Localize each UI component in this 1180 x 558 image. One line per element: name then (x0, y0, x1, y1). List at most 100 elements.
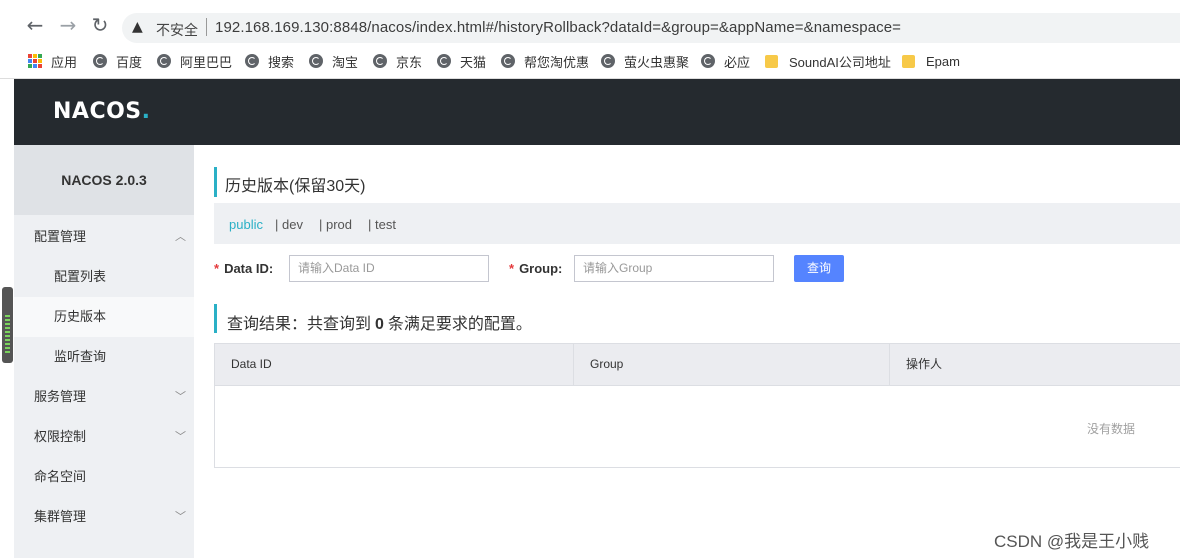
result-count: 0 (375, 316, 384, 333)
bookmark-label: 必应 (724, 54, 751, 70)
bookmark-label: 京东 (396, 54, 423, 70)
globe-icon (245, 54, 259, 68)
label-text: Data ID: (224, 261, 274, 276)
drag-handle[interactable] (2, 287, 13, 363)
bookmark-taobao[interactable]: 淘宝 (309, 52, 358, 70)
bookmark-label: 萤火虫惠聚 (624, 54, 690, 70)
sidebar-item-label: 权限控制 (34, 429, 87, 444)
globe-icon (501, 54, 515, 68)
globe-icon (437, 54, 451, 68)
globe-icon (93, 54, 107, 68)
table-header: Data ID Group 操作人 (215, 344, 1180, 386)
bookmark-label: 帮您淘优惠 (524, 54, 590, 70)
sidebar-item-access-control[interactable]: 权限控制 ﹀ (14, 417, 194, 457)
sidebar-item-listener-query[interactable]: 监听查询 (14, 337, 194, 377)
version-label: NACOS 2.0.3 (14, 145, 194, 215)
address-bar[interactable]: ▲ 不安全 192.168.169.130:8848/nacos/index.h… (122, 13, 1180, 43)
title-accent-bar (214, 167, 217, 197)
namespace-dev[interactable]: | dev (275, 217, 303, 232)
url-text[interactable]: 192.168.169.130:8848/nacos/index.html#/h… (215, 19, 901, 36)
logo-text: C (89, 99, 107, 124)
bookmark-label: 阿里巴巴 (180, 54, 233, 70)
logo-text: OS (106, 99, 142, 124)
bookmark-label: 百度 (116, 54, 143, 70)
bookmark-deals[interactable]: 帮您淘优惠 (501, 52, 589, 70)
bookmark-label: SoundAI公司地址 (789, 54, 891, 70)
folder-icon (902, 54, 915, 68)
bookmark-label: 天猫 (460, 54, 487, 70)
reload-icon[interactable]: ↻ (89, 14, 111, 36)
sidebar-item-label: 服务管理 (34, 389, 87, 404)
bookmark-apps[interactable]: 应用 (28, 52, 77, 70)
bookmark-soundai[interactable]: SoundAI公司地址 (765, 52, 891, 70)
warning-icon: ▲ (132, 19, 143, 35)
sidebar-item-config-list[interactable]: 配置列表 (14, 257, 194, 297)
folder-icon (765, 54, 778, 68)
column-header-dataid[interactable]: Data ID (215, 344, 272, 385)
sidebar-item-namespace[interactable]: 命名空间 (14, 457, 194, 497)
sidebar-item-label: 监听查询 (54, 349, 107, 364)
sidebar-item-label: 配置管理 (34, 229, 87, 244)
bookmark-tmall[interactable]: 天猫 (437, 52, 486, 70)
namespace-public[interactable]: public (229, 217, 263, 232)
sidebar-item-label: 集群管理 (34, 509, 87, 524)
group-label: * Group: (509, 261, 562, 276)
sidebar-item-config-management[interactable]: 配置管理 ︿ (14, 217, 194, 257)
sidebar-item-label: 配置列表 (54, 269, 107, 284)
dataid-label: * Data ID: (214, 261, 273, 276)
result-prefix: 查询结果：共查询到 (227, 316, 372, 333)
sidebar-item-label: 命名空间 (34, 469, 87, 484)
globe-icon (701, 54, 715, 68)
divider (206, 18, 207, 36)
globe-icon (157, 54, 171, 68)
empty-state-text: 没有数据 (1087, 422, 1136, 436)
bookmark-baidu[interactable]: 百度 (93, 52, 142, 70)
bookmark-epam[interactable]: Epam (902, 52, 960, 70)
bookmark-label: Epam (926, 53, 960, 69)
result-suffix: 条满足要求的配置。 (387, 316, 532, 333)
bookmark-label: 应用 (51, 54, 78, 70)
logo-dot: . (141, 99, 151, 124)
watermark: CSDN @我是王小贱 (994, 532, 1150, 551)
group-input[interactable]: 请输入Group (574, 255, 774, 282)
bookmark-bing[interactable]: 必应 (701, 52, 750, 70)
dataid-input[interactable]: 请输入Data ID (289, 255, 489, 282)
apps-grid-icon (28, 54, 42, 68)
required-mark: * (509, 261, 515, 276)
sidebar-item-service-management[interactable]: 服务管理 ﹀ (14, 377, 194, 417)
label-text: Group: (519, 261, 563, 276)
namespace-bar: public | dev | prod | test (214, 203, 1180, 244)
column-header-group[interactable]: Group (574, 344, 623, 385)
bookmarks-bar: 应用 百度 阿里巴巴 搜索 淘宝 京东 天猫 帮您淘优惠 萤火虫惠聚 必应 So… (0, 46, 1180, 76)
bookmark-alibaba[interactable]: 阿里巴巴 (157, 52, 232, 70)
app-header: NACOS. (14, 79, 1180, 145)
globe-icon (373, 54, 387, 68)
bookmark-label: 淘宝 (332, 54, 359, 70)
bookmark-jd[interactable]: 京东 (373, 52, 422, 70)
query-button[interactable]: 查询 (794, 255, 844, 282)
chevron-down-icon: ﹀ (175, 510, 186, 523)
back-arrow-icon[interactable]: ← (24, 14, 46, 36)
bookmark-search[interactable]: 搜索 (245, 52, 294, 70)
sidebar: NACOS 2.0.3 配置管理 ︿ 配置列表 历史版本 监听查询 服务管理 ﹀… (14, 145, 194, 558)
sidebar-item-label: 历史版本 (54, 309, 107, 324)
chevron-down-icon: ﹀ (175, 430, 186, 443)
globe-icon (309, 54, 323, 68)
history-table: Data ID Group 操作人 没有数据 (214, 343, 1180, 468)
logo-text: NA (53, 99, 90, 124)
namespace-prod[interactable]: | prod (319, 217, 352, 232)
globe-icon (601, 54, 615, 68)
column-header-operator[interactable]: 操作人 (890, 344, 942, 385)
bookmark-firefly[interactable]: 萤火虫惠聚 (601, 52, 689, 70)
chevron-up-icon: ︿ (175, 230, 186, 243)
bookmark-label: 搜索 (268, 54, 295, 70)
sidebar-item-cluster-management[interactable]: 集群管理 ﹀ (14, 497, 194, 537)
nacos-logo[interactable]: NACOS. (53, 99, 151, 124)
namespace-test[interactable]: | test (368, 217, 396, 232)
page-title: 历史版本(保留30天) (225, 178, 366, 195)
sidebar-item-history[interactable]: 历史版本 (14, 297, 194, 337)
browser-toolbar: ← → ↻ ▲ 不安全 192.168.169.130:8848/nacos/i… (0, 0, 1180, 46)
forward-arrow-icon[interactable]: → (57, 14, 79, 36)
result-accent-bar (214, 304, 217, 333)
required-mark: * (214, 261, 220, 276)
